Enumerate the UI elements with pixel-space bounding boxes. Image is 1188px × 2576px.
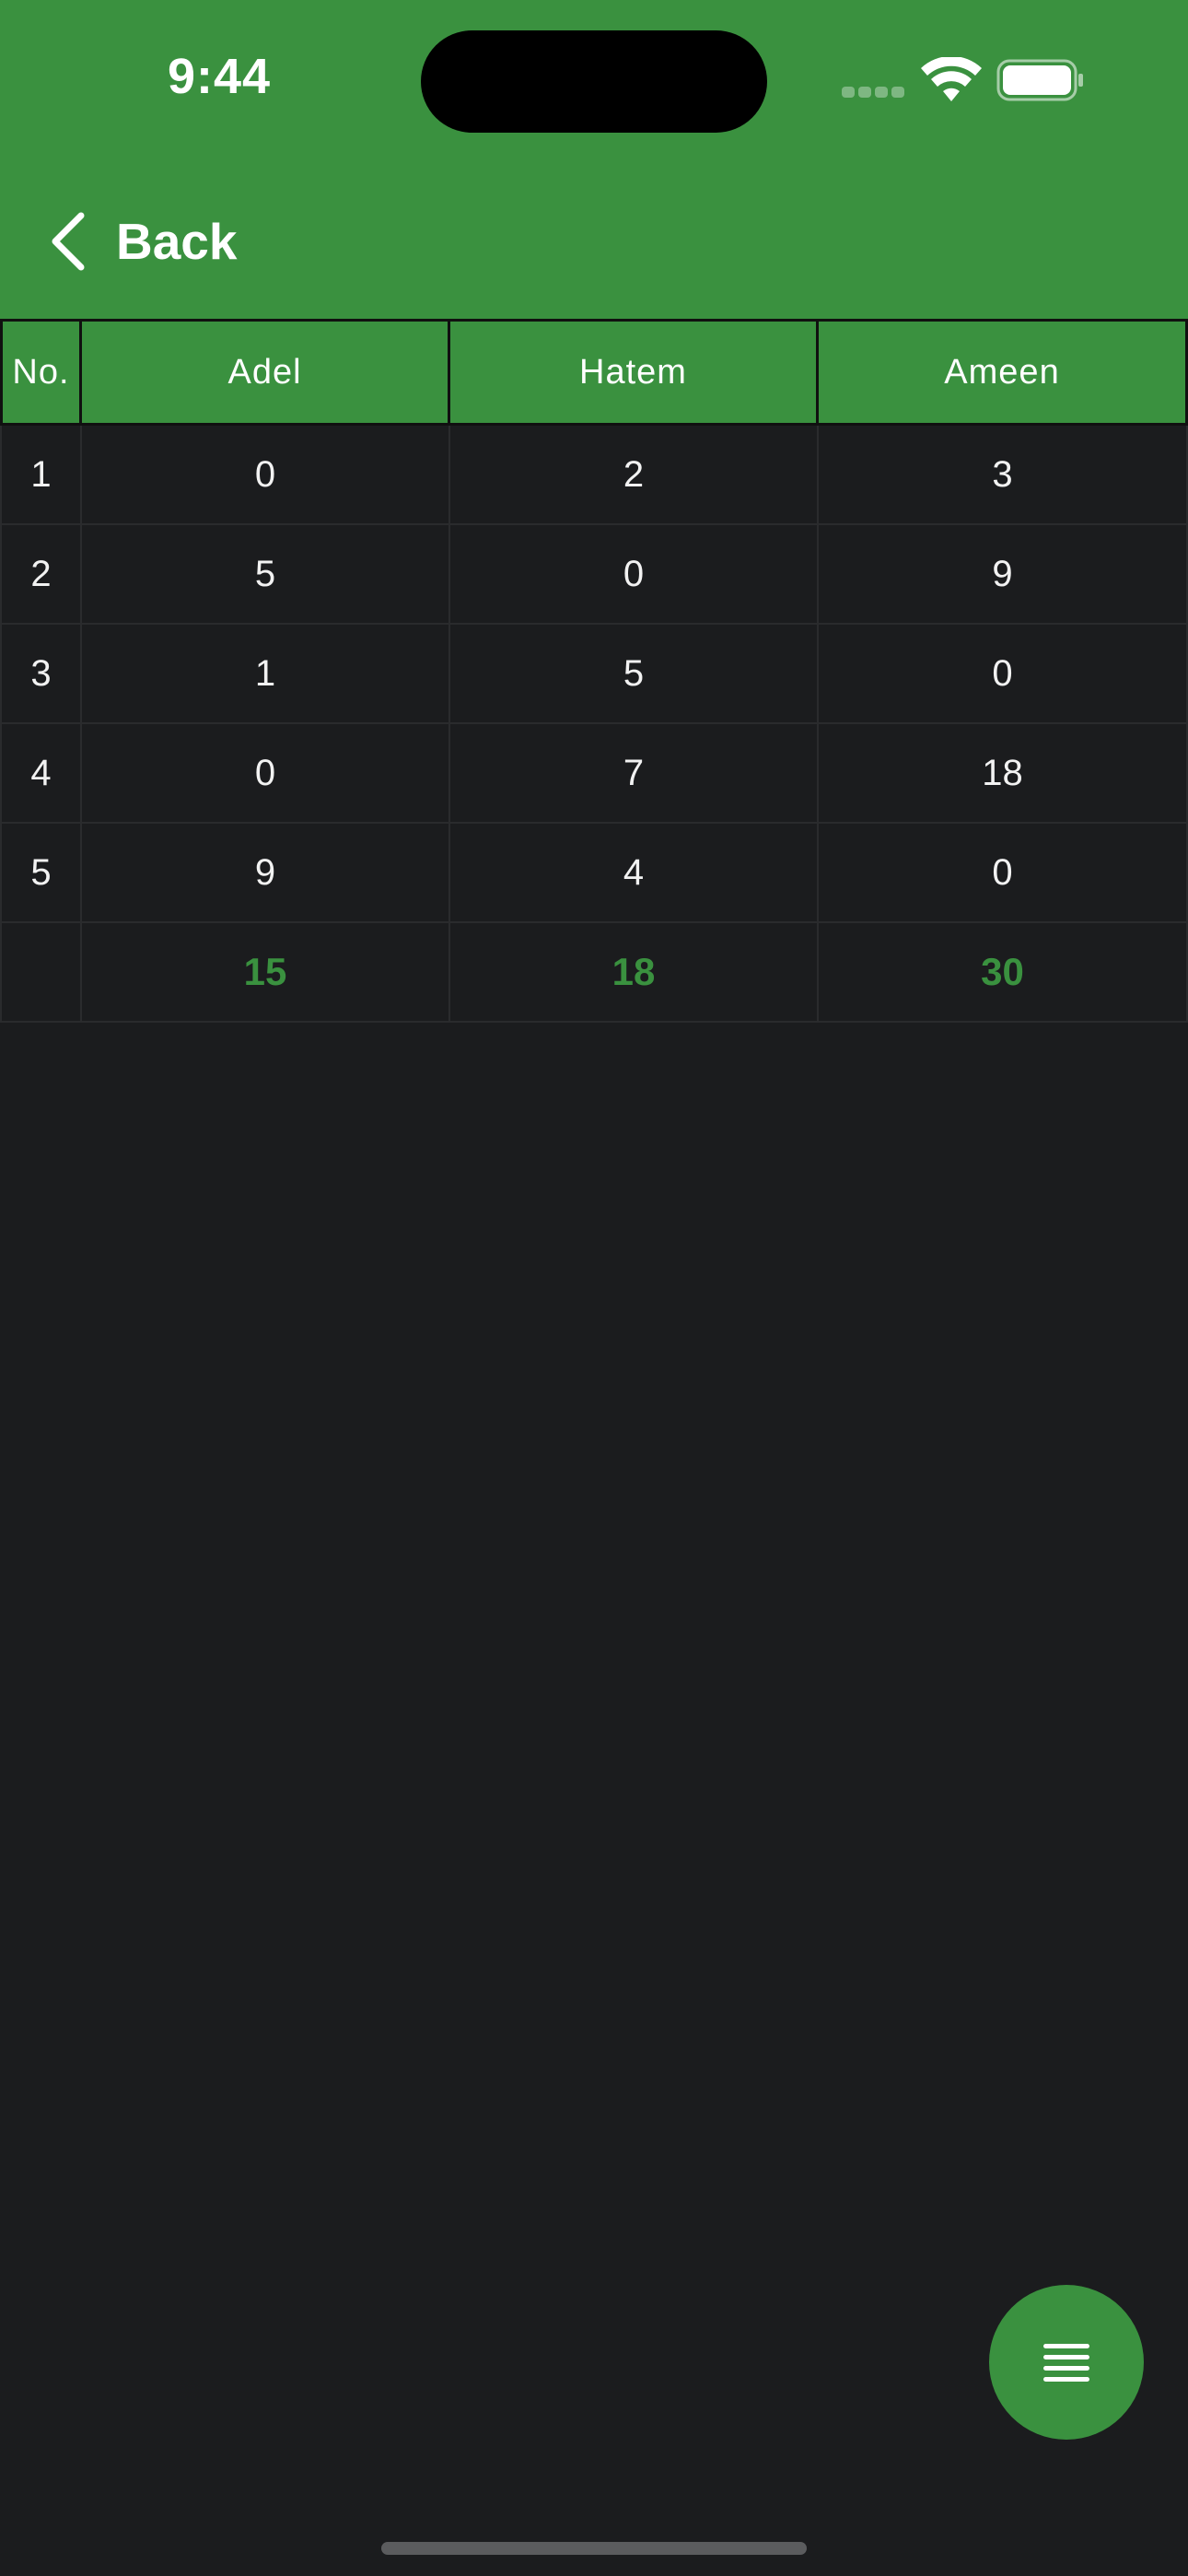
totals-label-cell (0, 923, 82, 1021)
score-cell[interactable]: 5 (82, 525, 450, 623)
totals-row: 15 18 30 (0, 923, 1188, 1023)
total-cell: 15 (82, 923, 450, 1021)
score-cell[interactable]: 4 (450, 824, 819, 921)
chevron-left-icon (52, 212, 85, 271)
score-cell[interactable]: 3 (819, 426, 1188, 523)
table-row[interactable]: 2 5 0 9 (0, 525, 1188, 625)
score-table: No. Adel Hatem Ameen 1 0 2 3 2 5 0 9 3 1… (0, 319, 1188, 1023)
score-cell[interactable]: 18 (819, 724, 1188, 822)
app-header: 9:44 Back (0, 0, 1188, 319)
battery-icon (996, 59, 1083, 101)
table-row[interactable]: 5 9 4 0 (0, 824, 1188, 923)
table-row[interactable]: 1 0 2 3 (0, 426, 1188, 525)
total-cell: 30 (819, 923, 1188, 1021)
row-number-cell: 3 (0, 625, 82, 722)
column-header-player: Ameen (819, 322, 1188, 423)
score-cell[interactable]: 9 (82, 824, 450, 921)
score-cell[interactable]: 0 (450, 525, 819, 623)
table-header-row: No. Adel Hatem Ameen (0, 319, 1188, 426)
score-cell[interactable]: 0 (819, 824, 1188, 921)
row-number-cell: 2 (0, 525, 82, 623)
back-label: Back (116, 213, 238, 270)
score-cell[interactable]: 0 (82, 426, 450, 523)
column-header-player: Adel (82, 322, 450, 423)
score-cell[interactable]: 9 (819, 525, 1188, 623)
back-button[interactable]: Back (48, 205, 237, 278)
status-time: 9:44 (168, 49, 272, 104)
menu-fab-button[interactable] (989, 2285, 1144, 2440)
home-indicator[interactable] (381, 2542, 807, 2555)
row-number-cell: 1 (0, 426, 82, 523)
dynamic-island (421, 30, 767, 133)
total-cell: 18 (450, 923, 819, 1021)
wifi-icon (921, 57, 982, 101)
cellular-signal-icon (842, 87, 906, 98)
score-cell[interactable]: 5 (450, 625, 819, 722)
app-screen: 9:44 Back No. Adel Hatem Ameen 1 0 2 3 2… (0, 0, 1188, 2576)
column-header-number: No. (0, 322, 82, 423)
row-number-cell: 5 (0, 824, 82, 921)
score-cell[interactable]: 7 (450, 724, 819, 822)
menu-icon (1043, 2344, 1089, 2382)
table-row[interactable]: 3 1 5 0 (0, 625, 1188, 724)
score-cell[interactable]: 0 (819, 625, 1188, 722)
score-cell[interactable]: 2 (450, 426, 819, 523)
table-row[interactable]: 4 0 7 18 (0, 724, 1188, 824)
column-header-player: Hatem (450, 322, 819, 423)
row-number-cell: 4 (0, 724, 82, 822)
score-cell[interactable]: 0 (82, 724, 450, 822)
score-cell[interactable]: 1 (82, 625, 450, 722)
